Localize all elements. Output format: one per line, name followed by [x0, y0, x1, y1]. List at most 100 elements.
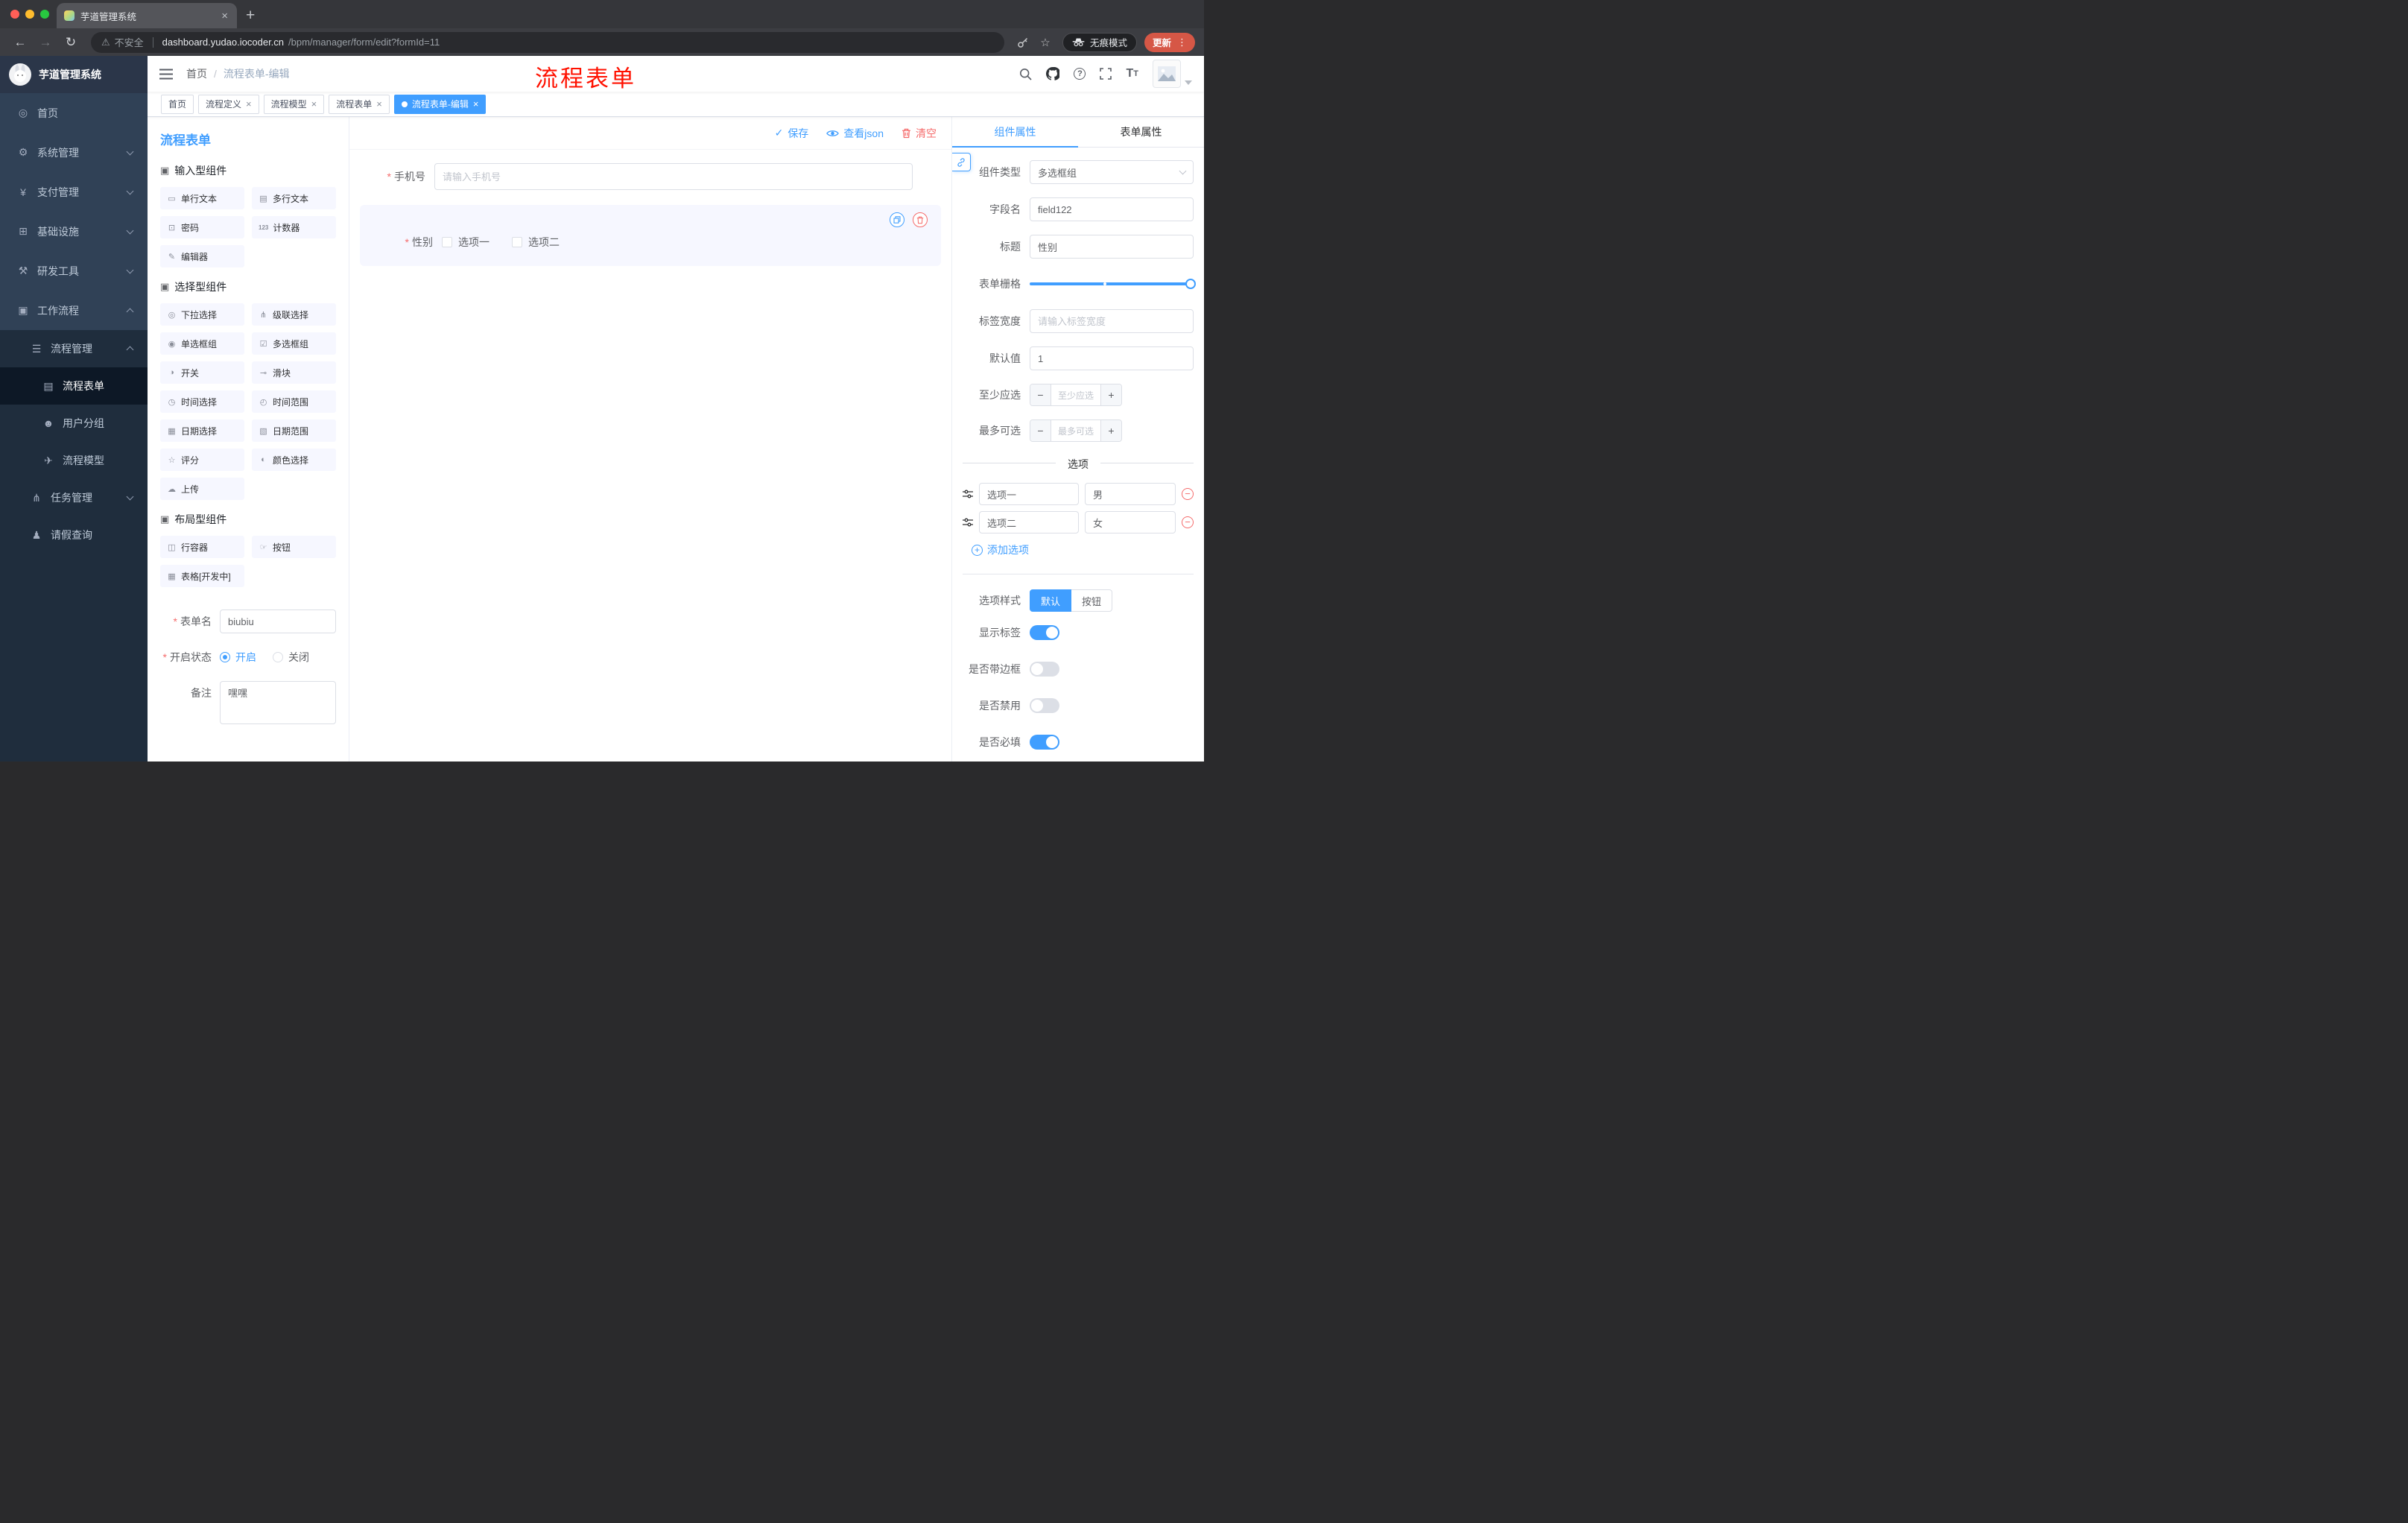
user-avatar[interactable]: [1153, 60, 1192, 88]
tab-close-icon[interactable]: ×: [220, 10, 229, 22]
font-size-icon[interactable]: TT: [1126, 67, 1138, 80]
address-bar[interactable]: ⚠ 不安全 dashboard.yudao.iocoder.cn/bpm/man…: [91, 31, 1004, 53]
copy-widget-button[interactable]: [890, 212, 904, 227]
option-value-input[interactable]: [1085, 483, 1176, 505]
component-item-cascader[interactable]: ⋔ 级联选择: [252, 303, 336, 326]
sidebar-item-devtools[interactable]: ⚒ 研发工具: [0, 251, 148, 291]
tab-form-properties[interactable]: 表单属性: [1078, 117, 1204, 148]
forward-button[interactable]: →: [34, 35, 57, 50]
component-item-date-picker[interactable]: ▦ 日期选择: [160, 419, 244, 442]
help-icon[interactable]: ?: [1074, 68, 1086, 80]
style-button-button[interactable]: 按钮: [1071, 589, 1113, 612]
tag-process-definition[interactable]: 流程定义 ×: [198, 94, 259, 114]
option-label-input[interactable]: [979, 483, 1079, 505]
component-item-time-range[interactable]: ◴ 时间范围: [252, 390, 336, 413]
tag-home[interactable]: 首页: [161, 94, 194, 114]
component-item-checkbox-group[interactable]: ☑ 多选框组: [252, 332, 336, 355]
sidebar-item-infrastructure[interactable]: ⊞ 基础设施: [0, 212, 148, 251]
gender-checkbox-option1[interactable]: 选项一: [442, 235, 489, 250]
password-key-icon[interactable]: [1013, 37, 1033, 48]
form-name-input[interactable]: [220, 609, 336, 633]
drag-handle-icon[interactable]: [963, 518, 973, 527]
component-item-button[interactable]: ☞ 按钮: [252, 536, 336, 558]
label-width-input[interactable]: [1030, 309, 1194, 333]
option-label-input[interactable]: [979, 511, 1079, 533]
remove-option-button[interactable]: −: [1182, 488, 1194, 500]
sidebar-item-system[interactable]: ⚙ 系统管理: [0, 133, 148, 172]
plus-button[interactable]: +: [1100, 420, 1121, 441]
sidebar-item-payment[interactable]: ¥ 支付管理: [0, 172, 148, 212]
component-item-time-picker[interactable]: ◷ 时间选择: [160, 390, 244, 413]
tag-close-icon[interactable]: ×: [473, 99, 479, 109]
add-option-button[interactable]: + 添加选项: [972, 542, 1194, 557]
sidebar-item-process-form[interactable]: ▤ 流程表单: [0, 367, 148, 405]
field-name-input[interactable]: [1030, 197, 1194, 221]
tag-process-model[interactable]: 流程模型 ×: [263, 94, 325, 114]
macos-zoom-button[interactable]: [40, 10, 49, 19]
component-item-table[interactable]: ▦ 表格[开发中]: [160, 565, 244, 587]
grid-slider[interactable]: [1030, 279, 1196, 289]
new-tab-button[interactable]: +: [246, 3, 255, 28]
component-item-slider[interactable]: ⊸ 滑块: [252, 361, 336, 384]
chrome-update-button[interactable]: 更新 ⋮: [1144, 32, 1195, 52]
style-default-button[interactable]: 默认: [1030, 589, 1072, 612]
sidebar-item-home[interactable]: ◎ 首页: [0, 93, 148, 133]
sidebar-item-user-group[interactable]: ☻ 用户分组: [0, 405, 148, 442]
component-item-row-container[interactable]: ◫ 行容器: [160, 536, 244, 558]
link-anchor-icon[interactable]: [952, 153, 971, 171]
component-item-multiline-text[interactable]: ▤ 多行文本: [252, 187, 336, 209]
component-type-select[interactable]: [1030, 160, 1194, 184]
github-icon[interactable]: [1046, 67, 1060, 80]
sidebar-item-leave-query[interactable]: ♟ 请假查询: [0, 516, 148, 554]
component-item-color-picker[interactable]: ◐ 颜色选择: [252, 449, 336, 471]
max-select-value[interactable]: 最多可选: [1051, 420, 1100, 441]
tag-close-icon[interactable]: ×: [311, 99, 317, 109]
delete-widget-button[interactable]: [913, 212, 928, 227]
browser-tab[interactable]: 芋道管理系统 ×: [57, 3, 237, 28]
component-item-select[interactable]: ◎ 下拉选择: [160, 303, 244, 326]
disabled-toggle[interactable]: [1030, 698, 1059, 713]
minus-button[interactable]: −: [1030, 384, 1051, 405]
default-value-input[interactable]: [1030, 346, 1194, 370]
gender-field-widget-selected[interactable]: 性别 选项一 选项二: [360, 205, 941, 266]
back-button[interactable]: ←: [9, 35, 31, 50]
component-item-switch[interactable]: ◑ 开关: [160, 361, 244, 384]
chrome-menu-icon[interactable]: ⋮: [1177, 37, 1187, 48]
tag-process-form[interactable]: 流程表单 ×: [329, 94, 390, 114]
form-remark-textarea[interactable]: 嘿嘿: [220, 681, 336, 724]
macos-close-button[interactable]: [10, 10, 19, 19]
breadcrumb-home[interactable]: 首页: [186, 66, 207, 81]
component-item-password[interactable]: ⊡ 密码: [160, 216, 244, 238]
minus-button[interactable]: −: [1030, 420, 1051, 441]
gender-checkbox-option2[interactable]: 选项二: [512, 235, 560, 250]
status-radio-off[interactable]: 关闭: [273, 645, 309, 669]
component-item-radio-group[interactable]: ◉ 单选框组: [160, 332, 244, 355]
component-item-rate[interactable]: ☆ 评分: [160, 449, 244, 471]
fullscreen-icon[interactable]: [1100, 68, 1112, 80]
component-item-date-range[interactable]: ▧ 日期范围: [252, 419, 336, 442]
sidebar-item-workflow[interactable]: ▣ 工作流程: [0, 291, 148, 330]
component-item-upload[interactable]: ☁ 上传: [160, 478, 244, 500]
bookmark-star-icon[interactable]: ☆: [1036, 36, 1055, 49]
tag-process-form-edit[interactable]: 流程表单-编辑 ×: [393, 94, 487, 114]
search-icon[interactable]: [1019, 68, 1033, 80]
tag-close-icon[interactable]: ×: [246, 99, 252, 109]
sidebar-item-task-management[interactable]: ⋔ 任务管理: [0, 479, 148, 516]
macos-minimize-button[interactable]: [25, 10, 34, 19]
sidebar-item-process-management[interactable]: ☰ 流程管理: [0, 330, 148, 367]
status-radio-on[interactable]: 开启: [220, 645, 256, 669]
required-toggle[interactable]: [1030, 735, 1059, 750]
drag-handle-icon[interactable]: [963, 490, 973, 498]
save-button[interactable]: ✓ 保存: [775, 126, 809, 141]
phone-input[interactable]: [434, 163, 913, 190]
option-value-input[interactable]: [1085, 511, 1176, 533]
view-json-button[interactable]: 查看json: [826, 126, 884, 141]
tag-close-icon[interactable]: ×: [376, 99, 382, 109]
remove-option-button[interactable]: −: [1182, 516, 1194, 528]
sidebar-item-process-model[interactable]: ✈ 流程模型: [0, 442, 148, 479]
component-item-single-line-text[interactable]: ▭ 单行文本: [160, 187, 244, 209]
component-item-counter[interactable]: 123 计数器: [252, 216, 336, 238]
title-input[interactable]: [1030, 235, 1194, 259]
phone-field-widget[interactable]: 手机号: [360, 159, 941, 194]
reload-button[interactable]: ↻: [60, 35, 82, 50]
